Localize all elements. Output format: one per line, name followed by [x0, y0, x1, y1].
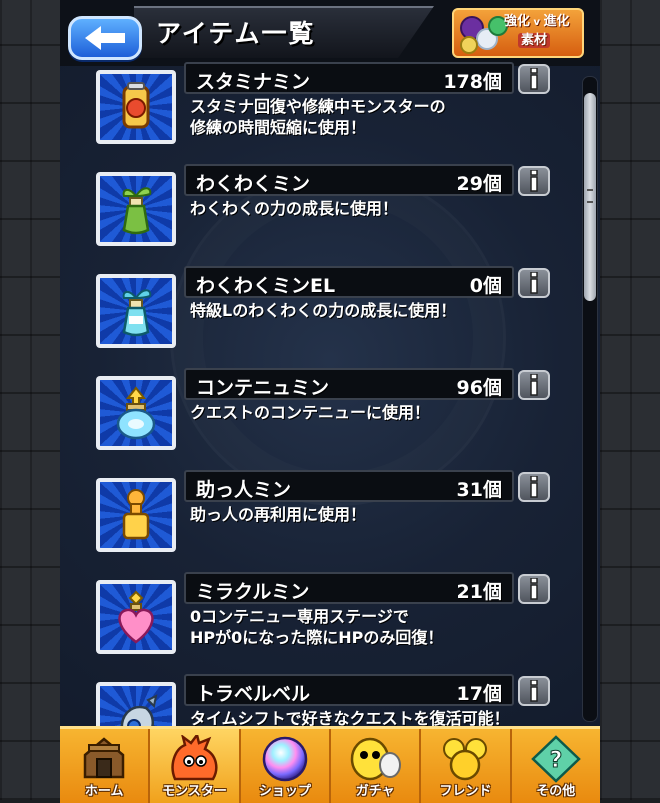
- item-count: 17個: [456, 683, 502, 705]
- back-arrow-icon: [85, 26, 125, 50]
- item-icon-frame[interactable]: [96, 580, 176, 654]
- item-name: スタミナミン: [196, 71, 311, 93]
- bottom-tab-bar: ホーム モンスター ショップ ガチャ フレンド ? その他: [60, 726, 600, 803]
- info-icon: [530, 272, 538, 294]
- home-icon: [83, 737, 125, 779]
- item-count: 29個: [456, 173, 502, 195]
- item-description: 0コンテニュー専用ステージで HPが0になった際にHPのみ回復！: [190, 607, 444, 647]
- tab-monster[interactable]: モンスター: [150, 729, 241, 803]
- item-name-bar: スタミナミン 178個: [184, 62, 514, 94]
- info-button[interactable]: [518, 574, 550, 604]
- scrollbar-thumb[interactable]: [584, 93, 596, 301]
- item-list-panel: アイテム一覧 強化 v 進化 素材 スタミナミン 178個 スタミナ回復や修練中…: [60, 0, 600, 800]
- item-name: わくわくミンEL: [196, 275, 336, 297]
- tab-other[interactable]: ? その他: [512, 729, 600, 803]
- item-description: クエストのコンテニューに使用！: [190, 403, 431, 422]
- info-button[interactable]: [518, 472, 550, 502]
- info-button[interactable]: [518, 166, 550, 196]
- info-icon: [530, 578, 538, 600]
- info-button[interactable]: [518, 64, 550, 94]
- item-name: 助っ人ミン: [196, 479, 292, 501]
- info-icon: [530, 170, 538, 192]
- item-icon-frame[interactable]: [96, 70, 176, 144]
- item-icon-frame[interactable]: [96, 172, 176, 246]
- info-button[interactable]: [518, 268, 550, 298]
- friends-icon: [443, 738, 488, 781]
- tab-gacha[interactable]: ガチャ: [331, 729, 422, 803]
- item-list: スタミナミン 178個 スタミナ回復や修練中モンスターの 修練の時間短縮に使用！: [60, 62, 600, 756]
- tab-label: ガチャ: [355, 784, 395, 799]
- item-count: 96個: [456, 377, 502, 399]
- evolution-materials-button[interactable]: 強化 v 進化 素材: [452, 8, 584, 58]
- info-button[interactable]: [518, 676, 550, 706]
- scrollbar[interactable]: [582, 76, 598, 722]
- list-item: コンテニュミン 96個 クエストのコンテニューに使用！: [60, 368, 590, 472]
- item-description: 助っ人の再利用に使用！: [190, 505, 367, 524]
- grip-icon: [587, 189, 593, 203]
- helper-bottle-icon: [122, 489, 150, 540]
- item-count: 21個: [456, 581, 502, 603]
- list-item: わくわくミン 29個 わくわくの力の成長に使用！: [60, 164, 590, 268]
- tab-label: ホーム: [84, 784, 124, 799]
- right-wall-texture: [600, 0, 660, 800]
- info-icon: [530, 476, 538, 498]
- item-description: わくわくの力の成長に使用！: [190, 199, 399, 218]
- item-count: 31個: [456, 479, 502, 501]
- item-name-bar: わくわくミン 29個: [184, 164, 514, 196]
- other-icon: ?: [530, 735, 581, 783]
- item-name-bar: 助っ人ミン 31個: [184, 470, 514, 502]
- item-name-bar: トラベルベル 17個: [184, 674, 514, 706]
- tab-label: モンスター: [162, 784, 227, 799]
- svg-text:?: ?: [549, 748, 562, 773]
- item-name-bar: コンテニュミン 96個: [184, 368, 514, 400]
- item-name: ミラクルミン: [196, 581, 310, 603]
- item-count: 178個: [443, 71, 502, 93]
- page-title: アイテム一覧: [156, 19, 316, 48]
- list-item: わくわくミンEL 0個 特級Lのわくわくの力の成長に使用！: [60, 266, 590, 370]
- item-icon-frame[interactable]: [96, 376, 176, 450]
- header: アイテム一覧 強化 v 進化 素材: [60, 0, 600, 66]
- item-name-bar: わくわくミンEL 0個: [184, 266, 514, 298]
- item-icon-frame[interactable]: [96, 478, 176, 552]
- item-description: 特級Lのわくわくの力の成長に使用！: [190, 301, 457, 320]
- info-icon: [530, 68, 538, 90]
- tab-label: その他: [536, 784, 576, 799]
- tab-shop[interactable]: ショップ: [241, 729, 331, 803]
- left-wall-texture: [0, 0, 60, 800]
- gacha-icon: [350, 737, 402, 781]
- item-count: 0個: [469, 275, 502, 297]
- list-item: 助っ人ミン 31個 助っ人の再利用に使用！: [60, 470, 590, 574]
- tab-home[interactable]: ホーム: [60, 729, 151, 803]
- tab-label: フレンド: [439, 784, 492, 799]
- info-icon: [530, 680, 538, 702]
- continue-jar-icon: [116, 386, 156, 440]
- stamina-can-icon: [122, 82, 150, 129]
- sprout-bottle-el-icon: [122, 289, 152, 337]
- evolution-materials-label: 強化 v 進化 素材: [504, 14, 570, 48]
- item-name-bar: ミラクルミン 21個: [184, 572, 514, 604]
- list-item: ミラクルミン 21個 0コンテニュー専用ステージで HPが0になった際にHPのみ…: [60, 572, 590, 676]
- info-icon: [530, 374, 538, 396]
- item-name: コンテニュミン: [196, 377, 330, 399]
- tab-label: ショップ: [258, 784, 311, 799]
- item-name: トラベルベル: [196, 683, 311, 705]
- orb-icon: [262, 736, 308, 782]
- materials-icon: [458, 14, 508, 54]
- item-name: わくわくミン: [196, 173, 311, 195]
- item-description: スタミナ回復や修練中モンスターの 修練の時間短縮に使用！: [190, 97, 446, 137]
- info-button[interactable]: [518, 370, 550, 400]
- back-button[interactable]: [68, 16, 142, 60]
- heart-potion-icon: [118, 590, 154, 644]
- list-item: スタミナミン 178個 スタミナ回復や修練中モンスターの 修練の時間短縮に使用！: [60, 62, 590, 166]
- monster-icon: [171, 735, 219, 781]
- sprout-bottle-icon: [122, 187, 152, 235]
- item-icon-frame[interactable]: [96, 274, 176, 348]
- tab-friend[interactable]: フレンド: [421, 729, 512, 803]
